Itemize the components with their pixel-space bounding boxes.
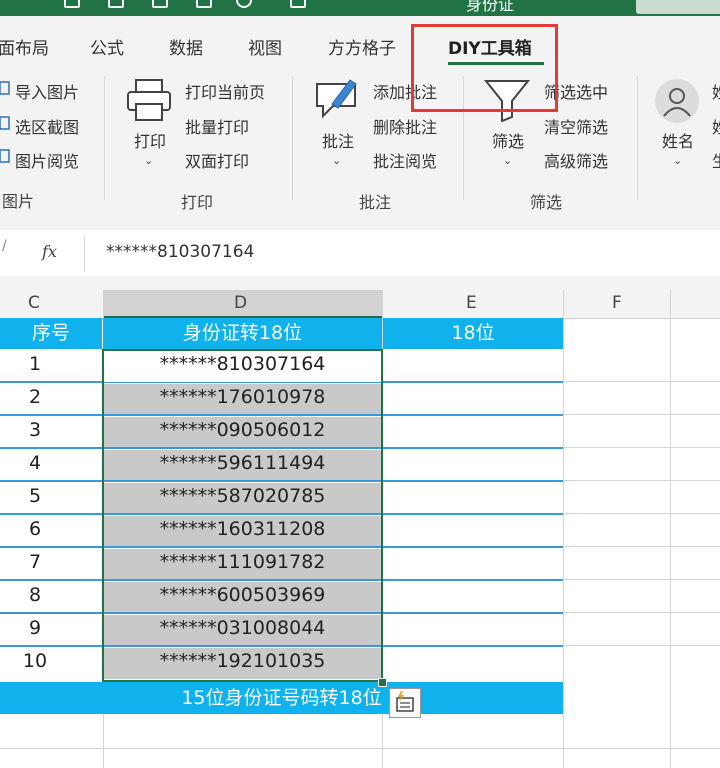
quick-analysis-icon	[396, 691, 414, 712]
print-current-page-button[interactable]: 打印当前页	[185, 79, 265, 103]
cell-no[interactable]: 5	[0, 485, 70, 507]
formula-input[interactable]: ******810307164	[106, 242, 254, 262]
cell-id[interactable]: ******090506012	[103, 419, 382, 441]
clear-filter-button[interactable]: 清空筛选	[544, 114, 608, 138]
formula-gap	[0, 276, 720, 290]
gridline	[0, 748, 720, 749]
gridline	[670, 290, 671, 768]
name-item-2[interactable]: 姓	[712, 114, 720, 138]
cell-no[interactable]: 4	[0, 452, 70, 474]
cell-id[interactable]: ******111091782	[103, 551, 382, 573]
name-item-1[interactable]: 姓	[712, 79, 720, 103]
cell-no[interactable]: 1	[0, 353, 70, 375]
header-cell-id[interactable]: 身份证转18位	[103, 318, 382, 349]
ribbon-tabs: 面布局 公式 数据 视图 方方格子 DIY工具箱	[0, 16, 720, 66]
cell-no[interactable]: 7	[0, 551, 70, 573]
name-button[interactable]: 姓名	[662, 128, 694, 152]
column-header-f[interactable]: F	[612, 293, 622, 313]
tab-page-layout[interactable]: 面布局	[0, 34, 49, 59]
insert-function-icon[interactable]: fx	[42, 242, 57, 261]
column-header-e[interactable]: E	[466, 293, 477, 313]
comment-pencil-icon[interactable]	[314, 76, 360, 122]
batch-print-button[interactable]: 批量打印	[185, 114, 249, 138]
cell-no[interactable]: 9	[0, 617, 70, 639]
picture-group-label: 图片	[2, 192, 35, 211]
column-header-d[interactable]: D	[234, 293, 247, 313]
footer-banner[interactable]: 15位身份证号码转18位	[0, 682, 563, 714]
person-icon[interactable]	[654, 78, 700, 124]
cell-id[interactable]: ******810307164	[103, 353, 382, 375]
chevron-down-icon[interactable]: ⌄	[673, 154, 682, 167]
chevron-down-icon[interactable]: ⌄	[332, 154, 341, 167]
header-cell-18[interactable]: 18位	[383, 318, 563, 349]
region-screenshot-button[interactable]: 选区截图	[15, 114, 79, 138]
column-header-c[interactable]: C	[28, 293, 40, 313]
ribbon-gap	[0, 216, 720, 230]
group-separator	[637, 76, 638, 200]
tab-fangfang[interactable]: 方方格子	[328, 34, 396, 59]
new-icon[interactable]	[108, 0, 124, 8]
cell-id[interactable]: ******176010978	[103, 386, 382, 408]
tab-data[interactable]: 数据	[169, 34, 203, 59]
view-comment-button[interactable]: 批注阅览	[373, 148, 437, 172]
cell-no[interactable]: 10	[0, 650, 70, 672]
picture-group-icons	[0, 81, 10, 163]
import-picture-button[interactable]: 导入图片	[15, 79, 79, 103]
chevron-down-icon[interactable]: ⌄	[503, 154, 512, 167]
filter-button[interactable]: 筛选	[492, 128, 524, 152]
tell-me-search[interactable]	[636, 0, 720, 14]
print-button[interactable]: 打印	[134, 128, 166, 152]
formula-separator	[84, 236, 85, 272]
cell-no[interactable]: 8	[0, 584, 70, 606]
cell-id[interactable]: ******600503969	[103, 584, 382, 606]
cell-no[interactable]: 3	[0, 419, 70, 441]
save-icon[interactable]	[64, 0, 80, 8]
cell-id[interactable]: ******192101035	[103, 650, 382, 672]
cell-id[interactable]: ******596111494	[103, 452, 382, 474]
highlight-box	[411, 24, 558, 112]
fill-handle[interactable]	[378, 678, 387, 687]
picture-icon[interactable]	[290, 0, 306, 8]
window-title: 身份证	[466, 0, 515, 14]
comment-group-label: 批注	[359, 193, 392, 212]
cell-id[interactable]: ******587020785	[103, 485, 382, 507]
name-item-3[interactable]: 生	[712, 148, 720, 172]
comment-button[interactable]: 批注	[322, 128, 354, 152]
cell-id[interactable]: ******160311208	[103, 518, 382, 540]
quick-analysis-button[interactable]	[389, 688, 421, 718]
sort-icon[interactable]	[152, 0, 168, 8]
delete-comment-button[interactable]: 删除批注	[373, 114, 437, 138]
tab-formulas[interactable]: 公式	[90, 34, 124, 59]
gridline	[563, 290, 564, 768]
printer-icon[interactable]	[126, 78, 172, 122]
group-separator	[104, 76, 105, 200]
title-bar: 身份证	[0, 0, 720, 16]
ribbon: 导入图片 选区截图 图片阅览 图片 打印 ⌄ 打印当前页 批量打印 双面打印 打…	[0, 66, 720, 217]
search-icon[interactable]	[236, 0, 252, 8]
cell-no[interactable]: 6	[0, 518, 70, 540]
cell-id[interactable]: ******031008044	[103, 617, 382, 639]
chevron-down-icon[interactable]: ⌄	[144, 154, 153, 167]
table-icon[interactable]	[196, 0, 212, 8]
advanced-filter-button[interactable]: 高级筛选	[544, 148, 608, 172]
duplex-print-button[interactable]: 双面打印	[185, 148, 249, 172]
tab-view[interactable]: 视图	[248, 34, 282, 59]
header-cell-no[interactable]: 序号	[0, 318, 102, 349]
print-group-label: 打印	[181, 193, 214, 212]
formula-bar-divider: /	[2, 238, 7, 254]
group-separator	[292, 76, 293, 200]
picture-view-button[interactable]: 图片阅览	[15, 148, 79, 172]
filter-group-label: 筛选	[530, 193, 563, 212]
cell-no[interactable]: 2	[0, 386, 70, 408]
